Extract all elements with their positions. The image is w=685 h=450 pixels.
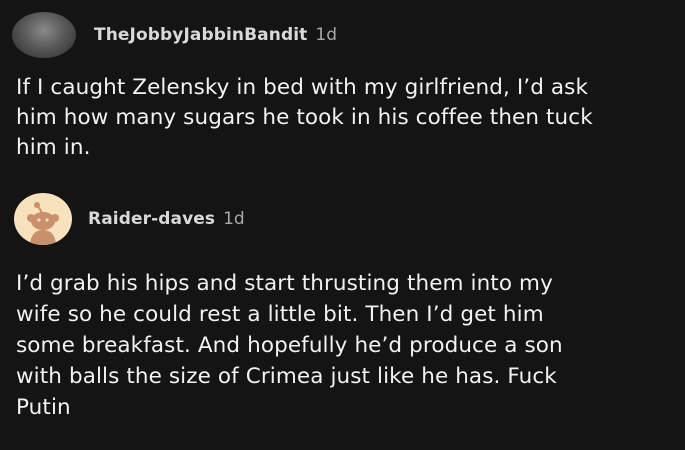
comment-header: Raider-daves 1d [14, 193, 245, 245]
comment-text: I’d grab his hips and start thrusting th… [16, 271, 563, 420]
comment-timestamp[interactable]: 1d [315, 25, 337, 45]
user-avatar-icon[interactable] [12, 12, 76, 58]
comment-text: If I caught Zelensky in bed with my girl… [16, 75, 593, 160]
comment-username[interactable]: Raider-daves [88, 209, 215, 229]
snoo-icon [27, 202, 59, 245]
comment-username[interactable]: TheJobbyJabbinBandit [94, 25, 307, 45]
comment-timestamp[interactable]: 1d [223, 209, 245, 229]
comment-header: TheJobbyJabbinBandit 1d [12, 12, 337, 58]
snoo-avatar-icon[interactable] [14, 193, 72, 245]
